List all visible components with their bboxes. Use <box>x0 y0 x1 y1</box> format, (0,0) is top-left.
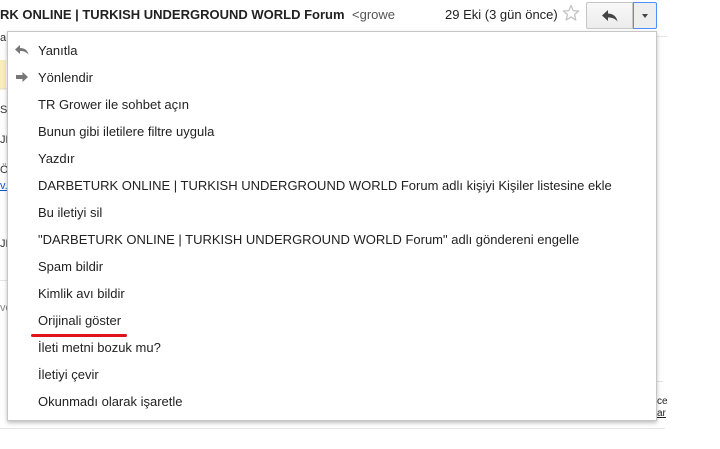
sender-name[interactable]: RK ONLINE | TURKISH UNDERGROUND WORLD Fo… <box>0 7 345 22</box>
menu-item-label: "DARBETURK ONLINE | TURKISH UNDERGROUND … <box>38 232 580 247</box>
menu-item-delete[interactable]: Bu iletiyi sil <box>8 199 656 226</box>
menu-item-message-garbled[interactable]: İleti metni bozuk mu? <box>8 334 656 361</box>
star-icon[interactable] <box>562 4 580 22</box>
menu-item-label: Yazdır <box>38 151 75 166</box>
menu-item-label: TR Grower ile sohbet açın <box>38 97 190 112</box>
menu-item-chat[interactable]: TR Grower ile sohbet açın <box>8 91 656 118</box>
menu-item-label: Orijinali göster <box>38 313 122 328</box>
menu-item-label: İleti metni bozuk mu? <box>38 340 161 355</box>
menu-item-filter[interactable]: Bunun gibi iletilere filtre uygula <box>8 118 656 145</box>
chevron-down-icon <box>642 13 648 18</box>
background-label-strip <box>0 60 6 90</box>
menu-item-add-contact[interactable]: DARBETURK ONLINE | TURKISH UNDERGROUND W… <box>8 172 656 199</box>
menu-item-print[interactable]: Yazdır <box>8 145 656 172</box>
menu-item-report-phishing[interactable]: Kimlik avı bildir <box>8 280 656 307</box>
forward-icon <box>15 70 29 84</box>
menu-item-reply[interactable]: Yanıtla <box>8 37 656 64</box>
menu-item-label: Yanıtla <box>38 43 78 58</box>
menu-item-report-spam[interactable]: Spam bildir <box>8 253 656 280</box>
message-options-menu: Yanıtla Yönlendir TR Grower ile sohbet a… <box>7 31 657 421</box>
divider <box>657 381 663 382</box>
menu-item-translate[interactable]: İletiyi çevir <box>8 361 656 388</box>
menu-item-label: Bu iletiyi sil <box>38 205 103 220</box>
more-options-button[interactable] <box>633 2 657 29</box>
menu-item-label: Okunmadı olarak işaretle <box>38 394 183 409</box>
sender-email[interactable]: <growe <box>352 7 395 22</box>
menu-item-show-original[interactable]: Orijinali göster <box>8 307 656 334</box>
menu-item-mark-unread[interactable]: Okunmadı olarak işaretle <box>8 388 656 415</box>
menu-item-label: Spam bildir <box>38 259 104 274</box>
divider <box>0 88 7 89</box>
divider <box>657 36 667 37</box>
divider <box>0 428 665 429</box>
message-header: RK ONLINE | TURKISH UNDERGROUND WORLD Fo… <box>0 0 720 30</box>
background-fragment: ce <box>657 396 668 407</box>
menu-item-label: Bunun gibi iletilere filtre uygula <box>38 124 215 139</box>
message-date: 29 Eki (3 gün önce) <box>445 7 558 22</box>
divider <box>0 280 7 281</box>
menu-item-label: Kimlik avı bildir <box>38 286 125 301</box>
menu-item-label: Yönlendir <box>38 70 93 85</box>
background-fragment: ar <box>657 408 666 419</box>
menu-item-label: İletiyi çevir <box>38 367 99 382</box>
reply-icon <box>15 43 29 57</box>
highlight-underline <box>31 334 127 337</box>
menu-item-forward[interactable]: Yönlendir <box>8 64 656 91</box>
background-fragment: a <box>0 32 7 44</box>
reply-button[interactable] <box>586 2 633 29</box>
menu-item-block-sender[interactable]: "DARBETURK ONLINE | TURKISH UNDERGROUND … <box>8 226 656 253</box>
menu-item-label: DARBETURK ONLINE | TURKISH UNDERGROUND W… <box>38 178 612 193</box>
reply-arrow-icon <box>601 9 617 21</box>
